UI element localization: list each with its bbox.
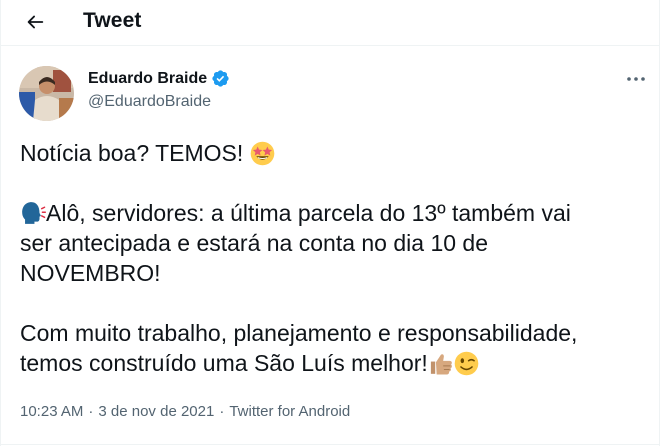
tweet-text: Notícia boa? TEMOS! Alô, servidores: a ú… (20, 138, 650, 378)
thumbs-up-emoji (430, 354, 452, 375)
arrow-left-icon (27, 15, 44, 29)
more-options-button[interactable] (623, 68, 649, 90)
tweet-time[interactable]: 10:23 AM (20, 403, 83, 420)
verified-badge-icon (212, 70, 229, 87)
winking-face-emoji (454, 351, 479, 376)
profile-photo-icon (19, 66, 74, 121)
author-handle[interactable]: @EduardoBraide (88, 93, 211, 111)
author-name[interactable]: Eduardo Braide (88, 69, 230, 88)
tweet-line: temos construído uma São Luís melhor! (20, 348, 650, 378)
top-bar: Tweet (1, 0, 659, 46)
divider (1, 444, 659, 445)
avatar[interactable] (19, 66, 74, 121)
tweet-page: Tweet Eduardo Braide @EduardoBraide Notí… (0, 0, 660, 446)
tweet-line: Notícia boa? TEMOS! (20, 138, 650, 168)
tweet-source[interactable]: Twitter for Android (229, 403, 350, 420)
speaking-head-emoji (22, 202, 46, 224)
tweet-meta: 10:23 AM · 3 de nov de 2021 · Twitter fo… (20, 403, 350, 420)
tweet-line: ser antecipada e estará na conta no dia … (20, 230, 489, 256)
star-struck-emoji (250, 141, 274, 166)
tweet-line: Com muito trabalho, planejamento e respo… (20, 320, 578, 346)
tweet-line: Alô, servidores: a última parcela do 13º… (20, 198, 650, 228)
tweet-line: NOVEMBRO! (20, 260, 161, 286)
tweet-date[interactable]: 3 de nov de 2021 (98, 403, 214, 420)
page-title: Tweet (83, 9, 142, 32)
author-name-text: Eduardo Braide (88, 69, 208, 87)
more-horizontal-icon (627, 77, 645, 81)
meta-separator: · (88, 403, 94, 420)
meta-separator: · (219, 403, 225, 420)
back-button[interactable] (20, 7, 50, 37)
